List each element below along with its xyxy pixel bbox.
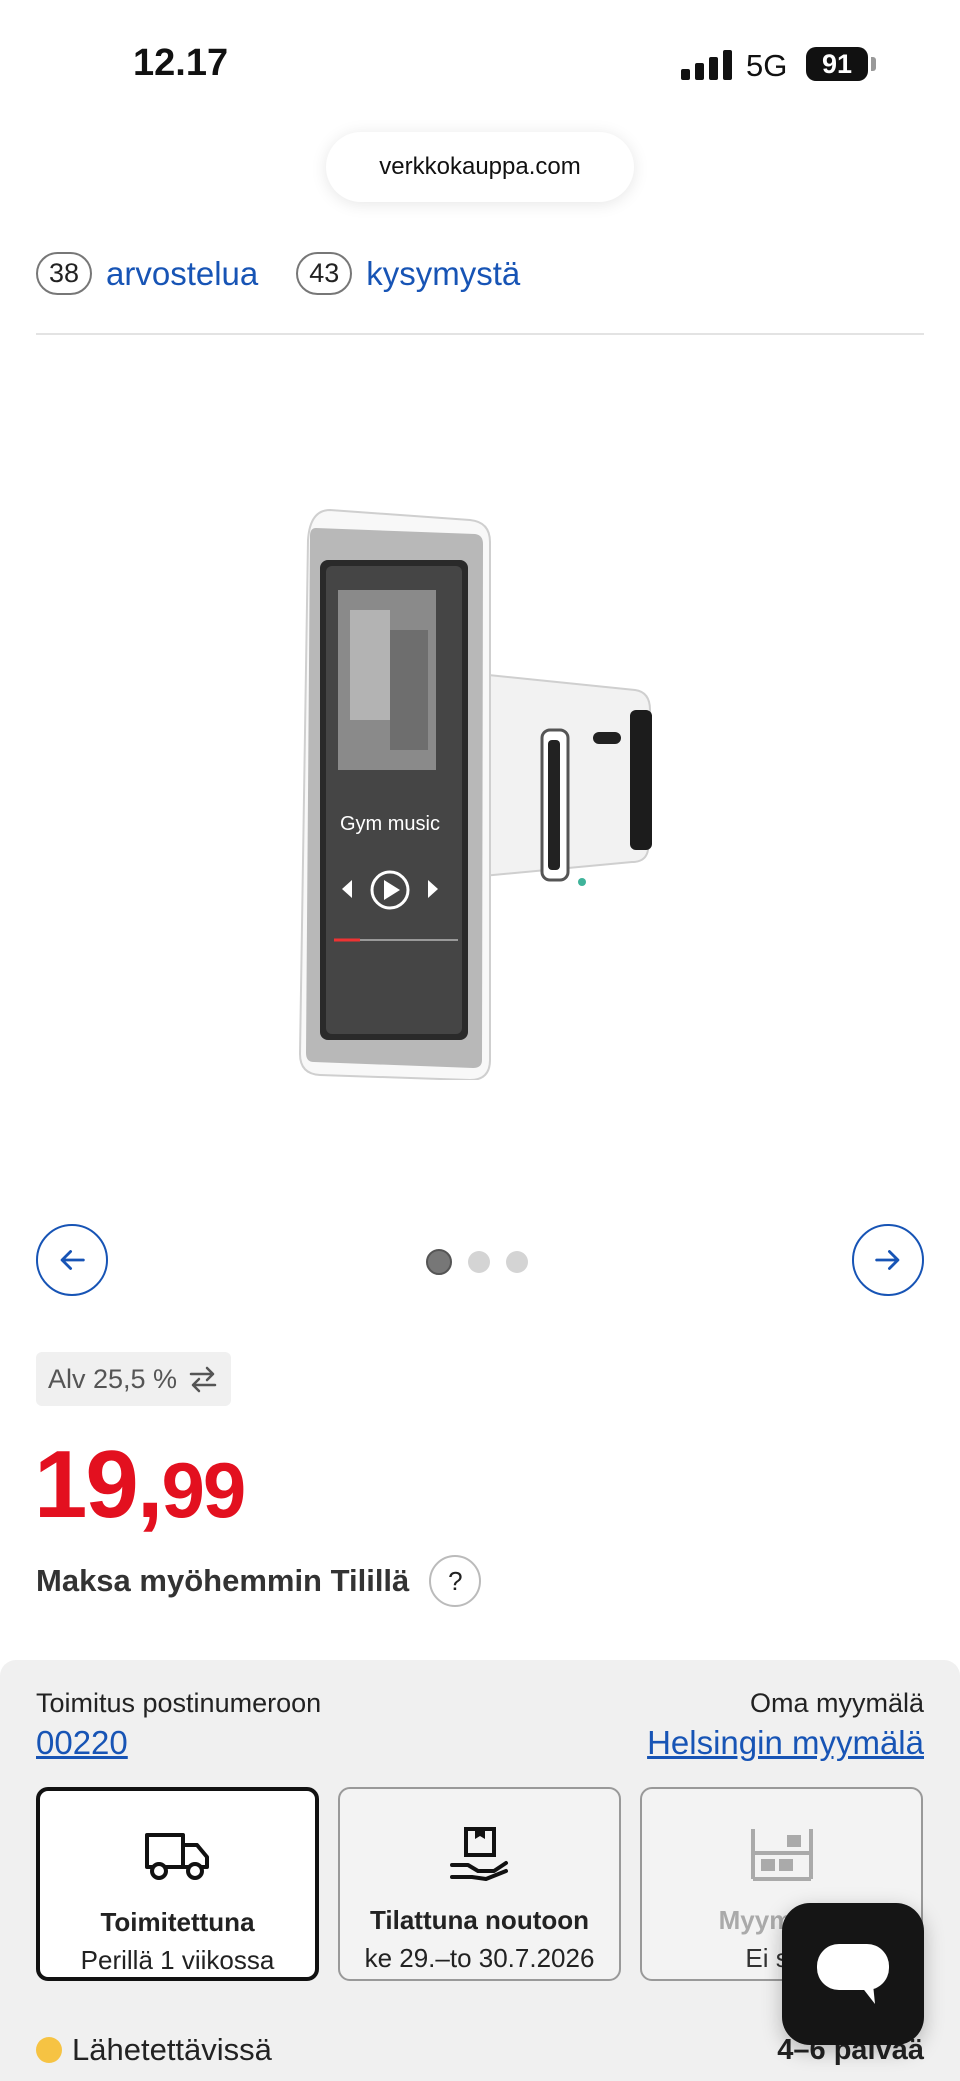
delivery-option-home[interactable]: Toimitettuna Perillä 1 viikossa [36,1787,319,1981]
availability-status: Lähetettävissä [72,2032,272,2067]
battery-tip [871,57,876,71]
delivery-label: Toimitus postinumeroon [36,1688,322,1718]
status-time: 12.17 [133,42,229,84]
chat-button[interactable] [782,1903,924,2045]
battery-indicator: 91 [806,47,868,81]
carousel-dot-2[interactable] [468,1251,490,1273]
delivery-option-pickup[interactable]: Tilattuna noutoon ke 29.–to 30.7.2026 [338,1787,621,1981]
product-image[interactable]: Gym music [290,500,680,1080]
carousel-dots [426,1249,528,1275]
arrow-right-icon [875,1250,900,1270]
reviews-link[interactable]: arvostelua [106,255,258,293]
postal-code-link[interactable]: 00220 [36,1724,128,1762]
vat-label: Alv 25,5 % [48,1363,178,1394]
product-screen-text: Gym music [340,813,440,835]
divider [36,333,924,335]
carousel-dot-1[interactable] [426,1249,452,1275]
arrow-left-icon [60,1250,85,1270]
store-shelf-icon [750,1829,813,1881]
price-cents: 99 [161,1446,246,1534]
pay-later-text: Maksa myöhemmin Tilillä [36,1563,410,1598]
carousel-dot-3[interactable] [506,1251,528,1273]
availability-status-dot [36,2037,62,2063]
network-type: 5G [746,48,788,83]
signal-icon [681,50,732,80]
pickup-hand-icon [449,1827,508,1881]
vat-toggle[interactable]: Alv 25,5 % [36,1352,232,1406]
store-label: Oma myymälä [749,1688,924,1718]
url-text: verkkokauppa.com [379,153,581,180]
option-title: Toimitettuna [100,1907,255,1937]
review-count: 38 [36,252,92,295]
questions-link[interactable]: kysymystä [366,255,520,293]
pay-later-row: Maksa myöhemmin Tilillä ? [36,1555,482,1607]
option-title: Tilattuna noutoon [369,1905,590,1935]
chat-bubble-icon [817,1944,889,2004]
option-subtitle: ke 29.–to 30.7.2026 [364,1943,595,1973]
status-bar: 12.17 5G 91 [0,0,960,130]
reviews-row: 38 arvostelua 43 kysymystä [36,252,558,295]
carousel-prev-button[interactable] [36,1224,108,1296]
price-euros: 19, [34,1431,163,1538]
url-bar[interactable]: verkkokauppa.com [326,132,634,202]
carousel-next-button[interactable] [852,1224,924,1296]
question-count: 43 [296,252,353,295]
product-price: 19,99 [34,1430,246,1540]
store-link[interactable]: Helsingin myymälä [647,1724,924,1762]
truck-icon [144,1833,209,1880]
swap-icon [189,1366,217,1393]
help-button[interactable]: ? [429,1555,482,1607]
option-subtitle: Perillä 1 viikossa [80,1945,275,1975]
